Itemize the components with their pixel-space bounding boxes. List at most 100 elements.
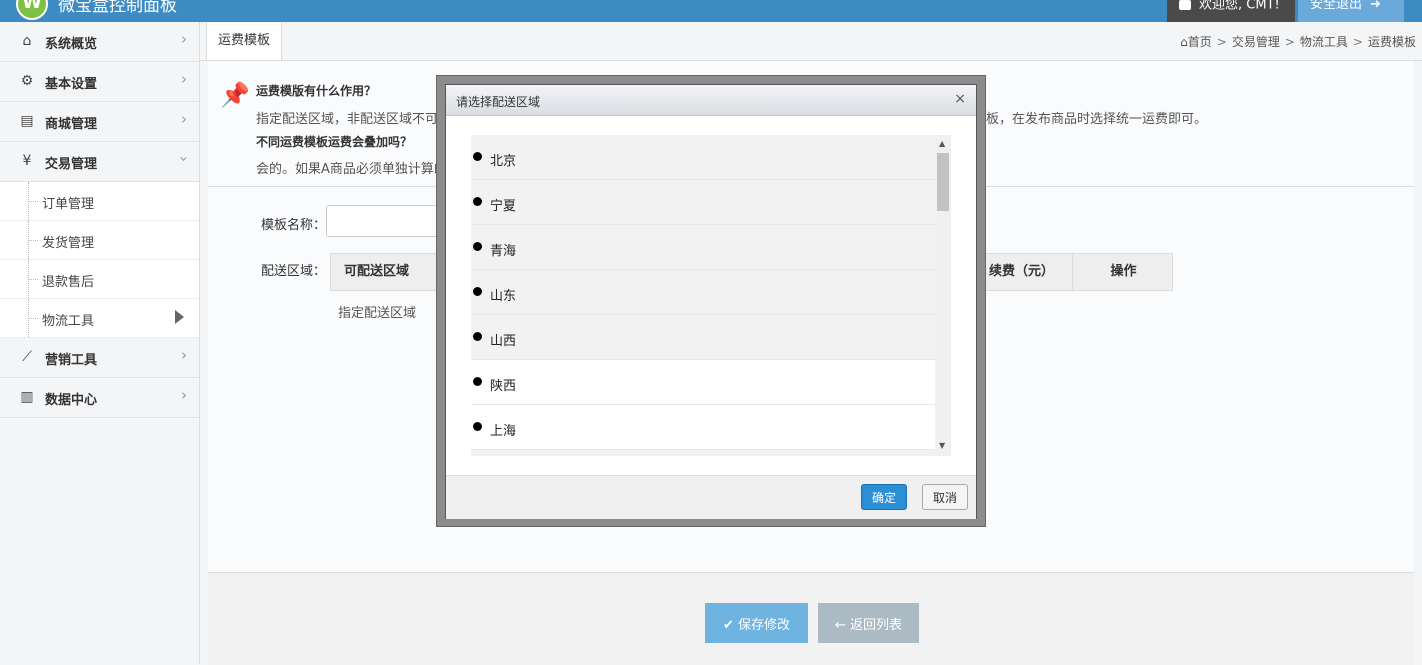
region-label: 宁夏 xyxy=(490,199,517,214)
home-icon: ⌂ xyxy=(1180,35,1188,49)
tip-answer-1: 指定配送区域，非配送区域不可 xyxy=(256,112,439,127)
bullet-icon xyxy=(473,422,482,431)
region-item[interactable]: 上海 xyxy=(471,405,935,450)
user-icon xyxy=(1179,0,1191,10)
breadcrumb: ⌂首页 > 交易管理 > 物流工具 > 运费模板 xyxy=(1180,35,1416,49)
region-item[interactable]: 北京 xyxy=(471,135,935,180)
app-title: 微宝盒控制面板 xyxy=(58,0,177,16)
close-icon[interactable]: × xyxy=(954,91,966,107)
sidebar-item-shop[interactable]: ▤ 商城管理 › xyxy=(0,102,199,142)
region-item[interactable]: 宁夏 xyxy=(471,180,935,225)
breadcrumb-current: 运费模板 xyxy=(1367,35,1416,49)
region-list-scrollbar[interactable]: ▲ ▼ xyxy=(935,135,951,456)
subitem-label: 退款售后 xyxy=(42,275,95,290)
assign-area-link[interactable]: 指定配送区域 xyxy=(338,302,416,321)
welcome-text: 欢迎您, CMT! xyxy=(1199,0,1280,13)
exit-icon: ➜ xyxy=(1370,0,1381,12)
confirm-button[interactable]: 确定 xyxy=(861,484,907,510)
tip-answer-2: 会的。如果A商品必须单独计算邮 xyxy=(256,162,447,177)
sidebar-subitem-logistics[interactable]: 物流工具 xyxy=(0,299,199,338)
region-item[interactable]: 山西 xyxy=(471,315,935,360)
sidebar-item-label: 交易管理 xyxy=(45,157,98,172)
sidebar-item-marketing[interactable]: ⟋ 营销工具 › xyxy=(0,338,199,378)
shop-icon: ▤ xyxy=(20,113,34,129)
sidebar-item-data[interactable]: ▥ 数据中心 › xyxy=(0,378,199,418)
back-label: 返回列表 xyxy=(850,617,903,633)
sidebar-item-label: 系统概览 xyxy=(45,37,98,52)
col-header-action: 操作 xyxy=(1072,254,1174,290)
app-logo: W xyxy=(16,0,48,20)
gear-icon: ⚙ xyxy=(20,73,34,89)
region-label: 上海 xyxy=(490,424,517,439)
sidebar-item-settings[interactable]: ⚙ 基本设置 › xyxy=(0,62,199,102)
breadcrumb-logistics[interactable]: 物流工具 xyxy=(1300,35,1348,49)
region-label: 青海 xyxy=(490,244,517,259)
scroll-thumb[interactable] xyxy=(937,153,949,211)
back-to-list-button[interactable]: ← 返回列表 xyxy=(818,603,919,643)
subitem-label: 物流工具 xyxy=(42,314,95,329)
chevron-right-icon: › xyxy=(181,386,187,404)
bullet-icon xyxy=(473,287,482,296)
bullet-icon xyxy=(473,332,482,341)
home-icon: ⌂ xyxy=(22,33,32,49)
logout-button[interactable]: 安全退出 ➜ xyxy=(1298,0,1404,22)
sidebar-item-label: 数据中心 xyxy=(45,393,98,408)
region-label: 山东 xyxy=(490,289,517,304)
dialog-header: 请选择配送区域 × xyxy=(446,85,976,116)
bullet-icon xyxy=(473,152,482,161)
cancel-button[interactable]: 取消 xyxy=(922,484,968,510)
region-list: 北京 宁夏 青海 山东 山西 陕西 上海 ▲ ▼ xyxy=(471,135,951,456)
chevron-right-icon: › xyxy=(181,110,187,128)
sidebar-subitem-orders[interactable]: 订单管理 xyxy=(0,182,199,221)
template-name-label: 模板名称： xyxy=(261,218,327,233)
region-item[interactable]: 陕西 xyxy=(471,360,935,405)
scroll-up-icon[interactable]: ▲ xyxy=(939,139,945,148)
save-button[interactable]: ✔ 保存修改 xyxy=(705,603,808,643)
sidebar: ⌂ 系统概览 › ⚙ 基本设置 › ▤ 商城管理 › ¥ 交易管理 › 订单管理… xyxy=(0,22,200,664)
sidebar-item-label: 基本设置 xyxy=(45,77,98,92)
tip-question-2: 不同运费模板运费会叠加吗？ xyxy=(256,135,413,149)
sidebar-subitem-refunds[interactable]: 退款售后 xyxy=(0,260,199,299)
chevron-right-icon: › xyxy=(181,30,187,48)
check-icon: ✔ xyxy=(722,617,738,633)
bullet-icon xyxy=(473,197,482,206)
chevron-right-icon: › xyxy=(181,70,187,88)
sidebar-item-label: 营销工具 xyxy=(45,353,98,368)
sidebar-subitem-shipping[interactable]: 发货管理 xyxy=(0,221,199,260)
tip-question-1: 运费模版有什么作用？ xyxy=(256,84,377,98)
top-bar: W 微宝盒控制面板 欢迎您, CMT! 安全退出 ➜ xyxy=(0,0,1422,22)
region-item[interactable]: 青海 xyxy=(471,225,935,270)
region-label: 陕西 xyxy=(490,379,517,394)
region-select-dialog: 请选择配送区域 × 北京 宁夏 青海 山东 山西 陕西 上海 ▲ ▼ 确定 取消 xyxy=(445,84,977,519)
logout-label: 安全退出 xyxy=(1310,0,1363,12)
chevron-right-icon: › xyxy=(181,346,187,364)
chevron-down-icon: › xyxy=(175,156,193,162)
region-label: 北京 xyxy=(490,154,517,169)
arrow-left-icon: ← xyxy=(834,617,850,633)
bullet-icon xyxy=(473,377,482,386)
save-label: 保存修改 xyxy=(738,617,791,633)
yen-icon: ¥ xyxy=(22,153,32,169)
tab-bar: 运费模板 ⌂首页 > 交易管理 > 物流工具 > 运费模板 xyxy=(200,22,1422,61)
welcome-user[interactable]: 欢迎您, CMT! xyxy=(1167,0,1295,22)
col-header-fee: 续费（元） xyxy=(989,264,1055,279)
scroll-down-icon[interactable]: ▼ xyxy=(939,441,945,450)
action-bar: ✔ 保存修改 ← 返回列表 xyxy=(208,572,1414,665)
pin-icon: 📌 xyxy=(220,81,250,109)
bullet-icon xyxy=(473,242,482,251)
breadcrumb-home[interactable]: 首页 xyxy=(1188,35,1212,49)
tab-shipping-template[interactable]: 运费模板 xyxy=(206,22,282,60)
col-header-area: 可配送区域 xyxy=(344,264,410,279)
dialog-footer: 确定 取消 xyxy=(446,475,976,519)
breadcrumb-trade[interactable]: 交易管理 xyxy=(1232,35,1280,49)
trade-submenu: 订单管理 发货管理 退款售后 物流工具 xyxy=(0,182,199,338)
sidebar-item-label: 商城管理 xyxy=(45,117,98,132)
region-item[interactable]: 山东 xyxy=(471,270,935,315)
subitem-label: 订单管理 xyxy=(42,197,95,212)
sidebar-item-trade[interactable]: ¥ 交易管理 › xyxy=(0,142,199,182)
subitem-label: 发货管理 xyxy=(42,236,95,251)
sidebar-item-overview[interactable]: ⌂ 系统概览 › xyxy=(0,22,199,62)
region-label: 山西 xyxy=(490,334,517,349)
dialog-title: 请选择配送区域 xyxy=(456,95,541,109)
chart-line-icon: ⟋ xyxy=(22,349,32,365)
